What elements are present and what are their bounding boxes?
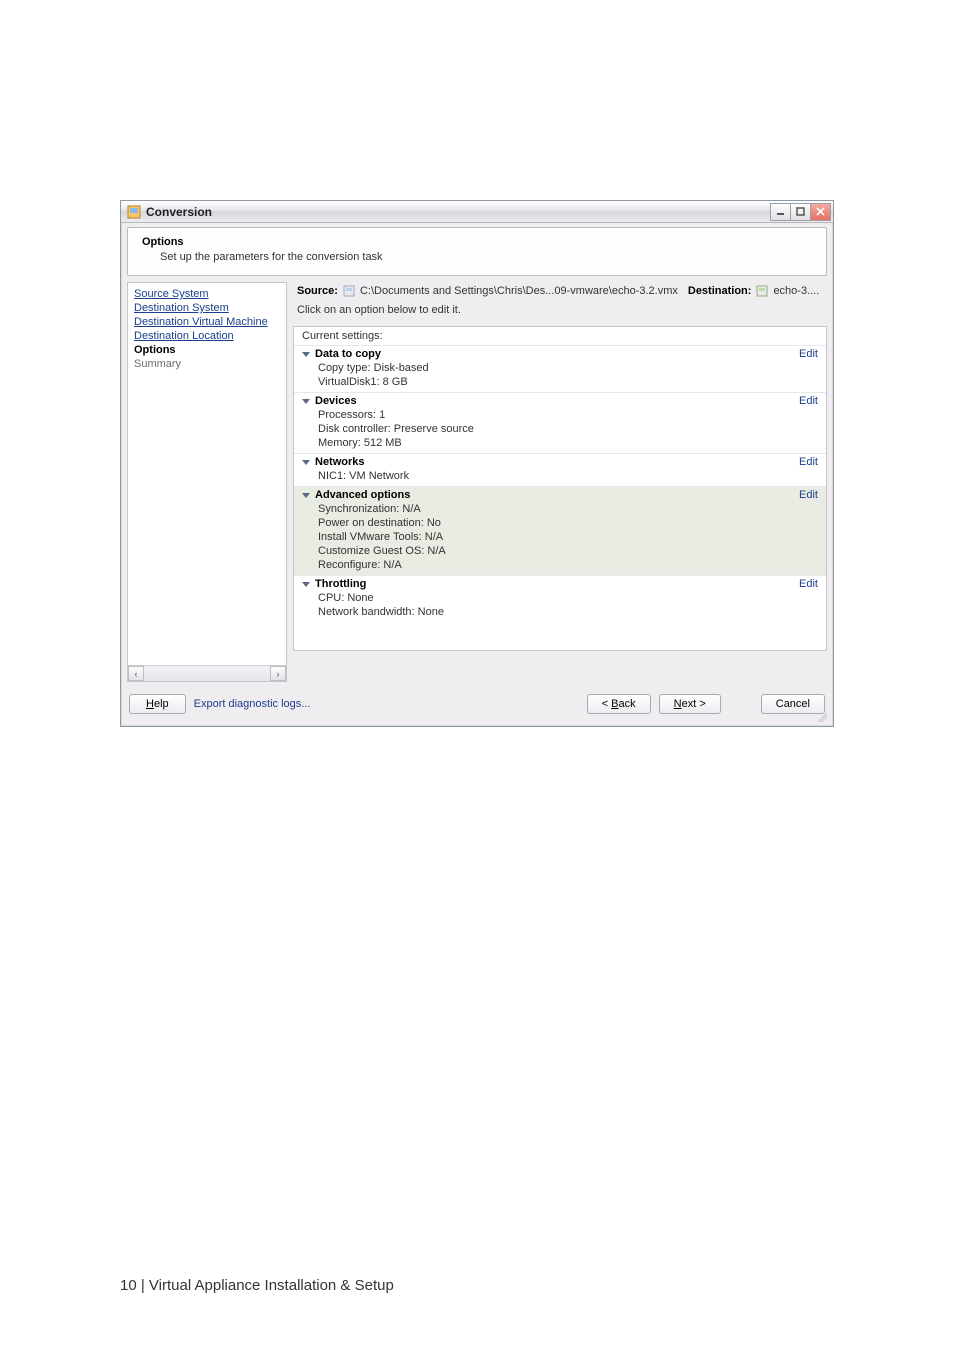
- scroll-right-button[interactable]: ›: [270, 666, 286, 681]
- close-icon: [816, 207, 825, 216]
- conversion-window: Conversion Options Set up the parameters…: [120, 200, 834, 727]
- wizard-footer: Help Export diagnostic logs... < Back Ne…: [121, 686, 833, 724]
- nav-destination-location[interactable]: Destination Location: [134, 329, 280, 343]
- settings-panel: Current settings: Data to copy Edit Copy…: [293, 326, 827, 651]
- edit-hint: Click on an option below to edit it.: [297, 304, 823, 316]
- minimize-button[interactable]: [770, 203, 791, 221]
- destination-label: Destination:: [688, 285, 752, 297]
- nav-source-system[interactable]: Source System: [134, 287, 280, 301]
- chevron-down-icon: [302, 352, 310, 357]
- setting-line: Memory: 512 MB: [318, 436, 818, 450]
- resize-grip-icon[interactable]: [815, 710, 827, 722]
- group-title: Throttling: [315, 578, 366, 590]
- help-button[interactable]: Help: [129, 694, 186, 714]
- setting-line: CPU: None: [318, 591, 818, 605]
- back-button[interactable]: < Back: [587, 694, 651, 714]
- group-advanced-options[interactable]: Advanced options Edit Synchronization: N…: [294, 486, 826, 575]
- source-label: Source:: [297, 285, 338, 297]
- group-title: Data to copy: [315, 348, 381, 360]
- maximize-icon: [796, 207, 805, 216]
- scroll-left-button[interactable]: ‹: [128, 666, 144, 681]
- group-title: Advanced options: [315, 489, 410, 501]
- group-data-to-copy[interactable]: Data to copy Edit Copy type: Disk-based …: [294, 345, 826, 392]
- setting-line: NIC1: VM Network: [318, 469, 818, 483]
- edit-devices[interactable]: Edit: [799, 395, 818, 407]
- edit-data-to-copy[interactable]: Edit: [799, 348, 818, 360]
- chevron-down-icon: [302, 399, 310, 404]
- edit-advanced-options[interactable]: Edit: [799, 489, 818, 501]
- document-footer: 10 | Virtual Appliance Installation & Se…: [120, 1277, 394, 1294]
- nav-summary: Summary: [134, 357, 280, 371]
- destination-value: echo-3....: [773, 285, 819, 297]
- titlebar[interactable]: Conversion: [121, 201, 833, 223]
- app-icon: [127, 205, 141, 219]
- page-title: Options: [142, 236, 812, 248]
- nav-destination-virtual-machine[interactable]: Destination Virtual Machine: [134, 315, 280, 329]
- source-dest-info: Source: C:\Documents and Settings\Chris\…: [293, 282, 827, 326]
- wizard-steps-nav: Source System Destination System Destina…: [127, 282, 287, 682]
- page-subtitle: Set up the parameters for the conversion…: [160, 251, 812, 263]
- chevron-down-icon: [302, 582, 310, 587]
- wizard-body: Source System Destination System Destina…: [127, 282, 827, 682]
- chevron-down-icon: [302, 460, 310, 465]
- setting-line: Reconfigure: N/A: [318, 558, 818, 572]
- group-title: Devices: [315, 395, 357, 407]
- current-settings-label: Current settings:: [294, 327, 826, 345]
- setting-line: VirtualDisk1: 8 GB: [318, 375, 818, 389]
- main-panel: Source: C:\Documents and Settings\Chris\…: [293, 282, 827, 682]
- setting-line: Install VMware Tools: N/A: [318, 530, 818, 544]
- chevron-down-icon: [302, 493, 310, 498]
- vm-dest-icon: [755, 284, 769, 298]
- vm-file-icon: [342, 284, 356, 298]
- close-button[interactable]: [810, 203, 831, 221]
- export-diagnostic-logs-link[interactable]: Export diagnostic logs...: [194, 698, 311, 710]
- group-devices[interactable]: Devices Edit Processors: 1 Disk controll…: [294, 392, 826, 453]
- maximize-button[interactable]: [790, 203, 811, 221]
- setting-line: Disk controller: Preserve source: [318, 422, 818, 436]
- nav-options: Options: [134, 343, 280, 357]
- source-path: C:\Documents and Settings\Chris\Des...09…: [360, 285, 678, 297]
- group-title: Networks: [315, 456, 365, 468]
- setting-line: Synchronization: N/A: [318, 502, 818, 516]
- window-title: Conversion: [146, 205, 771, 219]
- setting-line: Processors: 1: [318, 408, 818, 422]
- setting-line: Copy type: Disk-based: [318, 361, 818, 375]
- group-networks[interactable]: Networks Edit NIC1: VM Network: [294, 453, 826, 486]
- wizard-header: Options Set up the parameters for the co…: [127, 227, 827, 276]
- next-button[interactable]: Next >: [659, 694, 721, 714]
- setting-line: Power on destination: No: [318, 516, 818, 530]
- nav-destination-system[interactable]: Destination System: [134, 301, 280, 315]
- nav-scrollbar[interactable]: ‹ ›: [128, 665, 286, 681]
- minimize-icon: [776, 207, 785, 216]
- setting-line: Network bandwidth: None: [318, 605, 818, 619]
- window-controls: [771, 203, 831, 221]
- group-throttling[interactable]: Throttling Edit CPU: None Network bandwi…: [294, 575, 826, 622]
- edit-networks[interactable]: Edit: [799, 456, 818, 468]
- setting-line: Customize Guest OS: N/A: [318, 544, 818, 558]
- edit-throttling[interactable]: Edit: [799, 578, 818, 590]
